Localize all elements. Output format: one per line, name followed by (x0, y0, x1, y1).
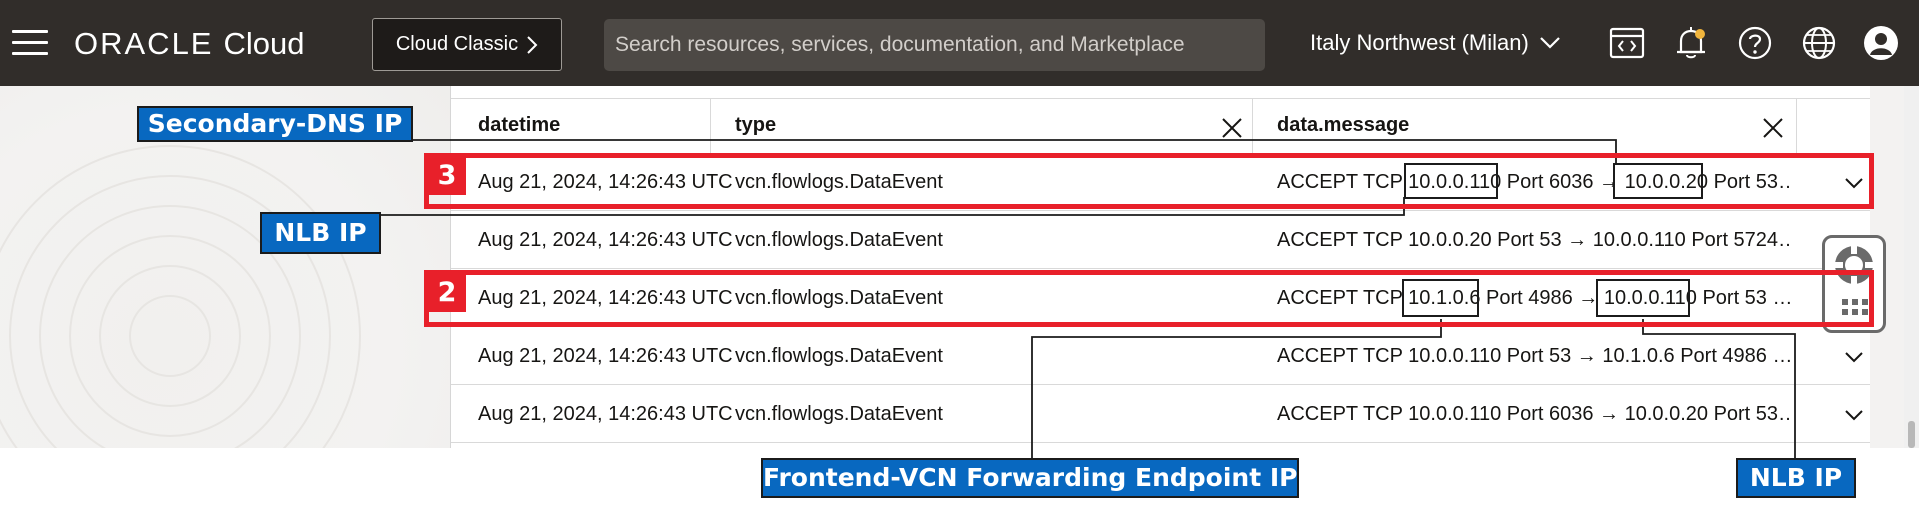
column-header-datetime[interactable]: datetime (478, 99, 708, 156)
column-header-type[interactable]: type (735, 99, 1115, 156)
table-row[interactable]: Aug 21, 2024, 14:26:43 UTC vcn.flowlogs.… (451, 327, 1870, 385)
column-divider[interactable] (710, 99, 711, 156)
bell-icon[interactable] (1672, 24, 1710, 62)
annotation-nlb-ip-bottom-label: NLB IP (1736, 458, 1856, 498)
annotation-secondary-dns-label: Secondary-DNS IP (137, 106, 413, 142)
brand-oracle: ORACLE (74, 26, 214, 61)
cell-type: vcn.flowlogs.DataEvent (735, 403, 943, 425)
ip-highlight-nlb-row2 (1596, 279, 1690, 317)
cell-type: vcn.flowlogs.DataEvent (735, 345, 943, 367)
cell-message: ACCEPT TCP 10.0.0.20 Port 53 → 10.0.0.11… (1277, 229, 1792, 251)
ip-highlight-frontend-endpoint (1402, 279, 1479, 317)
cloud-classic-label: Cloud Classic (395, 33, 519, 55)
column-divider[interactable] (1252, 99, 1253, 156)
column-header-data-message[interactable]: data.message (1277, 99, 1737, 156)
table-header: datetime type data.message (451, 98, 1870, 156)
ip-highlight-nlb (1404, 163, 1498, 199)
log-results-table: datetime type data.message Aug 21, 2024,… (450, 86, 1870, 448)
badge-step-3: 3 (428, 157, 466, 195)
annotation-nlb-ip-label: NLB IP (260, 212, 381, 254)
region-label: Italy Northwest (Milan) (1310, 30, 1529, 55)
table-row[interactable]: Aug 21, 2024, 14:26:43 UTC vcn.flowlogs.… (451, 211, 1870, 269)
badge-step-2: 2 (428, 274, 466, 312)
cloud-classic-button[interactable]: Cloud Classic (372, 18, 562, 71)
user-avatar-icon[interactable] (1862, 24, 1900, 62)
help-icon[interactable] (1736, 24, 1774, 62)
search-input[interactable] (604, 19, 1265, 71)
region-selector[interactable]: Italy Northwest (Milan) (1310, 28, 1561, 58)
scrollbar-thumb[interactable] (1908, 421, 1915, 448)
brand-cloud: Cloud (223, 26, 305, 61)
remove-column-message-icon[interactable] (1760, 115, 1786, 141)
chevron-down-icon[interactable] (1840, 401, 1868, 429)
remove-column-type-icon[interactable] (1219, 115, 1245, 141)
chevron-down-icon (1540, 37, 1560, 49)
column-divider (1796, 99, 1797, 156)
cell-datetime: Aug 21, 2024, 14:26:43 UTC (478, 403, 733, 425)
vertical-scrollbar[interactable] (1904, 86, 1919, 448)
chevron-right-icon (527, 35, 538, 54)
notification-dot (1695, 29, 1705, 39)
menu-icon[interactable] (12, 30, 48, 56)
globe-icon[interactable] (1800, 24, 1838, 62)
annotation-frontend-vcn-label: Frontend-VCN Forwarding Endpoint IP (761, 458, 1299, 498)
cell-type: vcn.flowlogs.DataEvent (735, 229, 943, 251)
code-editor-icon[interactable] (1608, 24, 1646, 62)
cell-message: ACCEPT TCP 10.0.0.110 Port 6036 → 10.0.0… (1277, 403, 1792, 425)
top-navigation-bar: ORACLE Cloud Cloud Classic Italy Northwes… (0, 0, 1919, 86)
table-row[interactable]: Aug 21, 2024, 14:26:43 UTC vcn.flowlogs.… (451, 385, 1870, 443)
chevron-down-icon[interactable] (1840, 343, 1868, 371)
oracle-cloud-logo[interactable]: ORACLE Cloud (74, 26, 304, 62)
cell-datetime: Aug 21, 2024, 14:26:43 UTC (478, 229, 733, 251)
ip-highlight-secondary-dns (1613, 163, 1703, 199)
cell-datetime: Aug 21, 2024, 14:26:43 UTC (478, 345, 733, 367)
cell-message: ACCEPT TCP 10.0.0.110 Port 53 → 10.1.0.6… (1277, 345, 1792, 367)
